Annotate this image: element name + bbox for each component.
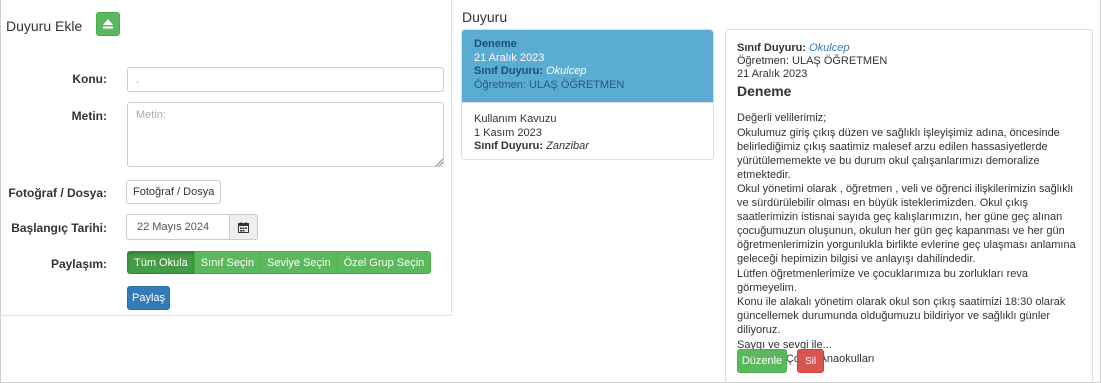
list-item[interactable]: Deneme 21 Aralık 2023 Sınıf Duyuru: Okul… bbox=[462, 30, 713, 102]
file-label: Fotoğraf / Dosya: bbox=[8, 186, 107, 200]
share-option-class[interactable]: Sınıf Seçin bbox=[193, 251, 261, 274]
delete-button[interactable]: Sil bbox=[797, 349, 824, 373]
list-item-scope: Sınıf Duyuru: Zanzibar bbox=[474, 140, 589, 152]
detail-paragraph: Okul yönetimi olarak , öğretmen , veli v… bbox=[737, 183, 1076, 265]
subject-input[interactable]: . bbox=[127, 67, 444, 92]
list-item[interactable]: Kullanım Kavuzu 1 Kasım 2023 Sınıf Duyur… bbox=[462, 102, 713, 159]
form-title: Duyuru Ekle bbox=[6, 18, 83, 34]
share-label: Paylaşım: bbox=[50, 257, 107, 271]
detail-paragraph: Okulumuz giriş çıkış düzen ve sağlıklı i… bbox=[737, 126, 1060, 181]
announcement-list-title: Duyuru bbox=[462, 9, 508, 25]
start-date-input[interactable]: 22 Mayıs 2024 bbox=[126, 214, 230, 240]
resize-grip-icon[interactable] bbox=[435, 158, 443, 166]
list-item-date: 1 Kasım 2023 bbox=[474, 126, 542, 139]
share-option-all-school[interactable]: Tüm Okula bbox=[127, 251, 195, 274]
list-item-date: 21 Aralık 2023 bbox=[474, 51, 545, 64]
detail-body: Değerli velilerimiz; Okulumuz giriş çıkı… bbox=[737, 111, 1082, 366]
announcement-form-panel: Duyuru Ekle Konu: . Metin: Metin: Fotoğr… bbox=[0, 0, 452, 316]
text-label: Metin: bbox=[71, 109, 107, 123]
eject-icon bbox=[103, 19, 113, 29]
calendar-icon bbox=[238, 221, 249, 233]
share-button[interactable]: Paylaş bbox=[127, 286, 170, 310]
detail-scope-link[interactable]: Okulcep bbox=[809, 42, 849, 54]
detail-teacher: Öğretmen: ULAŞ ÖĞRETMEN bbox=[737, 55, 888, 67]
detail-paragraph: Lütfen öğretmenlerimize ve çocuklarımıza… bbox=[737, 267, 1029, 294]
subject-label: Konu: bbox=[72, 72, 107, 86]
file-upload-button[interactable]: Fotoğraf / Dosya bbox=[126, 180, 222, 204]
text-input[interactable]: Metin: bbox=[127, 102, 444, 167]
detail-paragraph: Konu ile alakalı yönetim olarak okul son… bbox=[737, 296, 1066, 336]
detail-paragraph: Değerli velilerimiz; bbox=[737, 112, 827, 124]
list-item-title: Deneme bbox=[474, 38, 517, 50]
share-option-custom-group[interactable]: Özel Grup Seçin bbox=[336, 251, 432, 274]
detail-title: Deneme bbox=[737, 83, 792, 99]
start-date-label: Başlangıç Tarihi: bbox=[11, 221, 107, 235]
share-option-level[interactable]: Seviye Seçin bbox=[260, 251, 338, 274]
list-item-scope: Sınıf Duyuru: Okulcep bbox=[474, 65, 587, 77]
list-item-title: Kullanım Kavuzu bbox=[474, 113, 557, 125]
detail-scope: Sınıf Duyuru: Okulcep bbox=[737, 42, 850, 54]
calendar-button[interactable] bbox=[229, 214, 258, 240]
share-scope-group: Tüm Okula Sınıf Seçin Seviye Seçin Özel … bbox=[127, 251, 432, 274]
edit-button[interactable]: Düzenle bbox=[737, 349, 787, 373]
announcement-detail: Sınıf Duyuru: Okulcep Öğretmen: ULAŞ ÖĞR… bbox=[725, 29, 1093, 383]
detail-date: 21 Aralık 2023 bbox=[737, 68, 808, 80]
detail-actions: Düzenle Sil bbox=[737, 349, 824, 373]
collapse-form-button[interactable] bbox=[96, 12, 120, 36]
list-item-teacher: Öğretmen: ULAŞ ÖĞRETMEN bbox=[474, 78, 625, 91]
announcement-list: Deneme 21 Aralık 2023 Sınıf Duyuru: Okul… bbox=[461, 29, 714, 160]
